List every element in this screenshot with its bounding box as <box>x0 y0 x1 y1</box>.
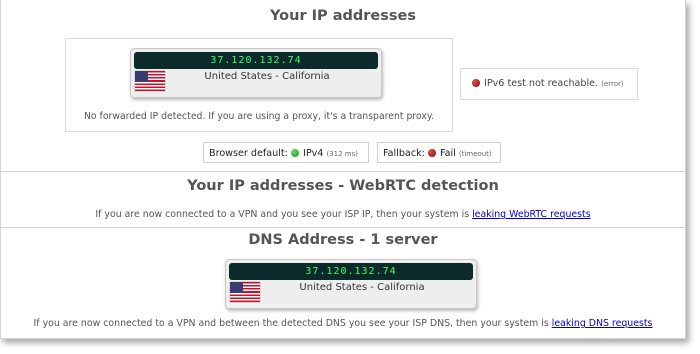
browser-default-label: Browser default: <box>209 148 288 159</box>
forwarded-ip-note: No forwarded IP detected. If you are usi… <box>83 111 435 122</box>
browser-default-detail: (312 ms) <box>326 150 358 158</box>
dns-location: United States - California <box>299 282 425 293</box>
dns-leak-link[interactable]: leaking DNS requests <box>552 318 653 329</box>
ip-location: United States - California <box>204 71 330 82</box>
dns-section-title: DNS Address - 1 server <box>248 232 438 248</box>
dns-card: 37.120.132.74 United States - California <box>225 259 477 309</box>
ip-section-title: Your IP addresses <box>270 8 416 24</box>
ipv6-status-detail: (error) <box>601 80 624 88</box>
divider <box>1 227 685 228</box>
red-dot-icon <box>472 79 480 87</box>
fallback-badge: Fallback: Fail (timeout) <box>377 142 501 163</box>
ipv6-status-text: IPv6 test not reachable. <box>484 78 599 89</box>
fallback-detail: (timeout) <box>458 150 492 158</box>
dns-address-display: 37.120.132.74 <box>229 263 473 280</box>
dns-note-text: If you are now connected to a VPN and be… <box>33 318 552 329</box>
webrtc-note-text: If you are now connected to a VPN and yo… <box>95 209 473 220</box>
ipv6-status-box: IPv6 test not reachable. (error) <box>460 68 638 100</box>
results-panel: Your IP addresses 37.120.132.74 United S… <box>0 0 686 339</box>
fallback-value: Fail <box>439 148 456 159</box>
divider <box>1 171 685 172</box>
browser-default-value: IPv4 <box>302 148 324 159</box>
dns-note: If you are now connected to a VPN and be… <box>1 318 685 329</box>
browser-default-badge: Browser default: IPv4 (312 ms) <box>203 142 369 163</box>
green-dot-icon <box>290 149 299 157</box>
webrtc-section-title: Your IP addresses - WebRTC detection <box>187 178 499 194</box>
ip-address-box: 37.120.132.74 United States - California… <box>65 38 453 132</box>
webrtc-note: If you are now connected to a VPN and yo… <box>1 209 685 220</box>
ip-card: 37.120.132.74 United States - California <box>130 48 382 98</box>
webrtc-leak-link[interactable]: leaking WebRTC requests <box>472 209 591 220</box>
red-dot-icon <box>427 149 436 157</box>
fallback-label: Fallback: <box>383 148 425 159</box>
ip-address-display: 37.120.132.74 <box>134 52 378 69</box>
